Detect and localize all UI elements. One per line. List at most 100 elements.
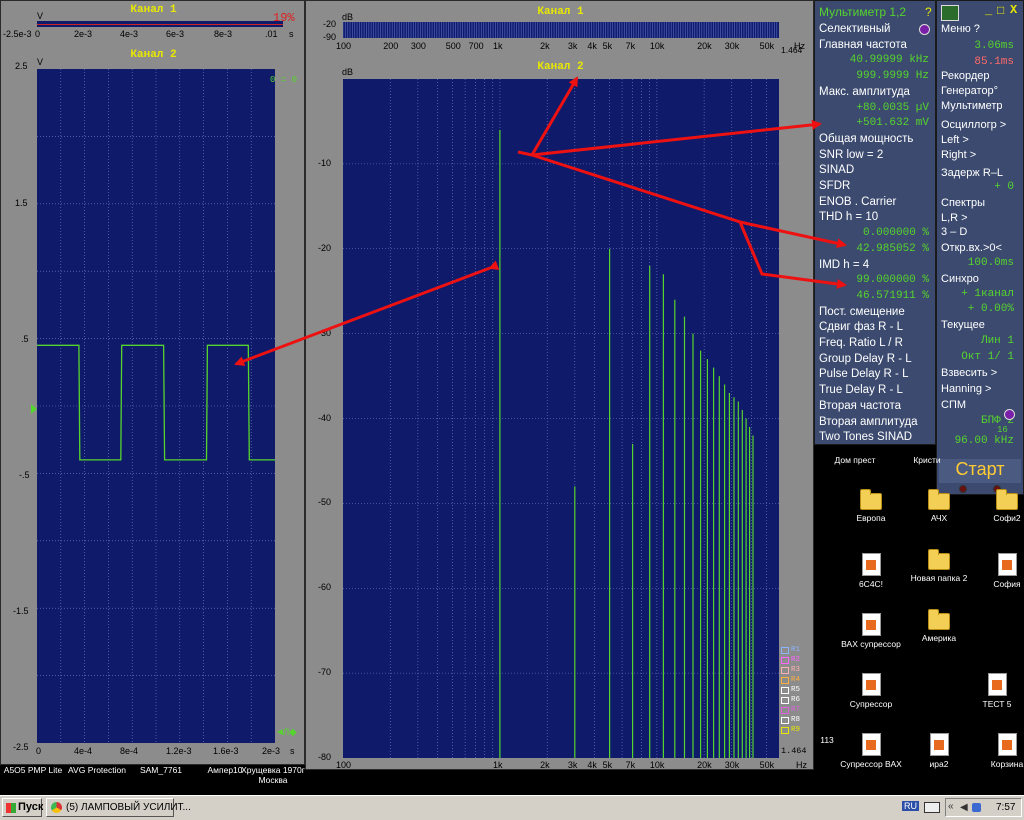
multimeter-row[interactable]: True Delay R - L <box>815 384 937 399</box>
desktop-icon-label: Новая папка 2 <box>910 573 968 583</box>
desktop-icon[interactable]: Кристи <box>894 455 960 465</box>
control-row[interactable]: 100.0ms <box>941 257 1024 269</box>
multimeter-row[interactable]: Общая мощность <box>815 133 937 148</box>
tick: 0 <box>36 746 42 756</box>
app-icon[interactable] <box>941 5 959 21</box>
legend-item[interactable]: R1 <box>780 646 810 656</box>
desktop-icon[interactable]: 6C4C! <box>838 553 904 589</box>
control-row[interactable]: + 0 <box>941 181 1024 193</box>
tick: 700 <box>468 41 484 51</box>
legend-item[interactable]: R2 <box>780 656 810 666</box>
language-indicator[interactable]: RU <box>902 801 919 811</box>
desktop-icon[interactable]: Супрессор ВАХ <box>838 733 904 769</box>
control-row[interactable]: Текущее <box>941 319 1024 331</box>
spectrum-top-strip[interactable] <box>343 22 779 38</box>
multimeter-row[interactable]: Пост. смещение <box>815 306 937 321</box>
tray-keyboard-icon[interactable] <box>924 802 940 813</box>
multimeter-row[interactable]: Pulse Delay R - L <box>815 368 937 383</box>
multimeter-row[interactable]: SINAD <box>815 164 937 179</box>
taskbar-item[interactable]: (5) ЛАМПОВЫЙ УСИЛИТ... <box>46 798 191 817</box>
control-row[interactable]: Лин 1 <box>941 335 1024 347</box>
multimeter-row[interactable]: SNR low = 2 <box>815 149 937 164</box>
legend-item[interactable]: R8 <box>780 716 810 726</box>
desktop-icon[interactable]: ВАХ супрессор <box>838 613 904 649</box>
desktop-icon[interactable]: ТЕСТ 5 <box>964 673 1024 709</box>
desktop-icon-label: Европа <box>856 513 886 523</box>
control-row[interactable]: Синхро <box>941 273 1024 285</box>
desktop-bottom-label[interactable]: Хрущевка 1970г Москва <box>240 765 306 785</box>
start-menu-button[interactable]: Пуск <box>2 798 43 817</box>
scope-waveform-plot[interactable] <box>37 69 275 743</box>
desktop-icon-label: Супрессор <box>849 699 893 709</box>
control-row[interactable]: Откр.вх.>0< <box>941 242 1024 254</box>
multimeter-row[interactable]: Вторая амплитуда <box>815 416 937 431</box>
control-row[interactable]: Меню ? <box>941 23 1024 35</box>
desktop-bottom-label[interactable]: SAM_7761 <box>128 765 194 775</box>
desktop-icon[interactable]: Супрессор <box>838 673 904 709</box>
minimize-button[interactable]: _ <box>985 4 992 18</box>
control-row[interactable]: Hanning > <box>941 383 1024 395</box>
tray-shield-icon[interactable] <box>972 803 981 812</box>
desktop-icon[interactable]: ира2 <box>906 733 972 769</box>
legend-item[interactable]: R6 <box>780 696 810 706</box>
spectrum-plot[interactable] <box>343 79 779 758</box>
spm-indicator[interactable] <box>1004 409 1015 420</box>
multimeter-row[interactable]: ENOB . Carrier <box>815 196 937 211</box>
tick: .5 <box>21 334 29 344</box>
control-row[interactable]: Right > <box>941 149 1024 161</box>
desktop-icon[interactable]: АЧХ <box>906 489 972 523</box>
control-row[interactable]: Окт 1/ 1 <box>941 351 1024 363</box>
trigger-marker[interactable] <box>31 404 37 414</box>
multimeter-row[interactable]: Group Delay R - L <box>815 353 937 368</box>
multimeter-row[interactable]: Сдвиг фаз R - L <box>815 321 937 336</box>
windows-logo-icon <box>6 803 16 813</box>
multimeter-row[interactable]: Two Tones SINAD <box>815 431 937 446</box>
control-row[interactable]: Взвесить > <box>941 367 1024 379</box>
desktop-icon-label: Дом прест <box>834 455 876 465</box>
control-row[interactable]: Рекордер <box>941 70 1024 82</box>
multimeter-row[interactable]: Главная частота <box>815 39 937 54</box>
desktop-icon[interactable]: Европа <box>838 489 904 523</box>
tray-speaker-icon[interactable]: ◀ <box>960 802 968 813</box>
multimeter-row: 46.571911 % <box>856 289 929 302</box>
close-button[interactable]: X <box>1010 3 1017 17</box>
control-row[interactable]: 3.06ms <box>941 40 1024 52</box>
control-row[interactable]: Задерж R–L <box>941 167 1024 179</box>
desktop-icon[interactable]: Америка <box>906 609 972 643</box>
desktop-icon[interactable]: Новая папка 2 <box>906 549 972 583</box>
tray-expand-icon[interactable]: « <box>948 801 954 812</box>
control-row[interactable]: + 0.00% <box>941 303 1024 315</box>
control-row[interactable]: Осциллогр > <box>941 119 1024 131</box>
legend-item[interactable]: R3 <box>780 666 810 676</box>
control-row[interactable]: Генератор° <box>941 85 1024 97</box>
control-row[interactable]: + 1канал <box>941 288 1024 300</box>
control-row[interactable]: Left > <box>941 134 1024 146</box>
control-row[interactable]: Мультиметр <box>941 100 1024 112</box>
multimeter-row[interactable]: Макс. амплитуда <box>815 86 937 101</box>
multimeter-help-button[interactable]: ? <box>925 5 932 19</box>
multimeter-row[interactable]: SFDR <box>815 180 937 195</box>
control-row[interactable]: L,R > <box>941 212 1024 224</box>
folder-icon <box>928 549 950 570</box>
legend-item[interactable]: R4 <box>780 676 810 686</box>
desktop-icon[interactable]: Корзина <box>974 733 1024 769</box>
multimeter-row[interactable]: Селективный <box>815 23 937 38</box>
multimeter-row[interactable]: Freq. Ratio L / R <box>815 337 937 352</box>
control-row[interactable]: Спектры <box>941 197 1024 209</box>
maximize-button[interactable]: □ <box>997 4 1004 18</box>
multimeter-row[interactable]: THD h = 10 <box>815 211 937 226</box>
legend-item[interactable]: R5 <box>780 686 810 696</box>
desktop-bottom-label[interactable]: AVG Protection <box>64 765 130 775</box>
control-row[interactable]: 85.1ms <box>941 56 1024 68</box>
desktop-icon[interactable]: Софи2 <box>974 489 1024 523</box>
desktop-icon[interactable]: София <box>974 553 1024 589</box>
multimeter-row[interactable]: Вторая частота <box>815 400 937 415</box>
desktop-icon[interactable]: Дом прест <box>822 455 888 465</box>
multimeter-row[interactable]: IMD h = 4 <box>815 259 937 274</box>
control-row[interactable]: 3 – D <box>941 226 1024 238</box>
legend-item[interactable]: R7 <box>780 706 810 716</box>
tick: -40 <box>318 412 332 423</box>
desktop-bottom-label[interactable]: A5O5 PMP Lite <box>0 765 66 775</box>
spec-top-xaxis: 100 200 300 500 700 1k 2k 3k 4k 5k 7k 10k 20k 30k 50k H… <box>306 41 815 53</box>
scope-top-strip[interactable] <box>37 21 283 27</box>
